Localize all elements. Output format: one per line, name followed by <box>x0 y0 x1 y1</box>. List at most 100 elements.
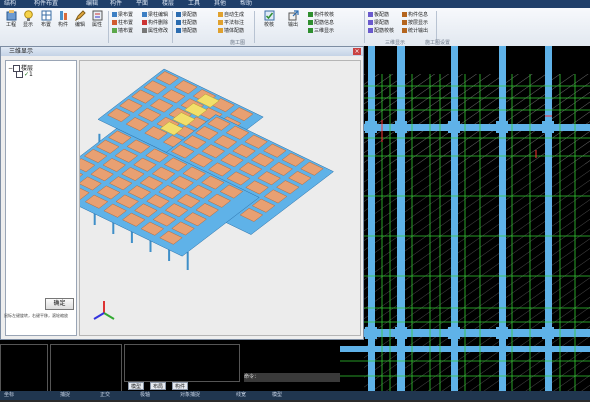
ribbon-item-label: 构件校核 <box>314 12 335 18</box>
ribbon-item-beam-layout[interactable]: 梁布置 <box>112 12 133 19</box>
ribbon-item-beam-rebar-2[interactable]: 梁配筋 <box>368 20 389 27</box>
ribbon-item-label: 三维显示 <box>314 28 335 34</box>
close-icon[interactable]: × <box>353 48 361 55</box>
check-button[interactable]: 校核 <box>258 10 280 36</box>
status-polar[interactable]: 极轴 <box>140 391 150 400</box>
check-icon <box>368 28 373 33</box>
command-line[interactable]: 命令： <box>244 373 340 382</box>
tab-component[interactable]: 构件 <box>172 382 189 390</box>
ribbon-item-wall-body-rebar[interactable]: 墙体配筋 <box>218 28 244 35</box>
properties-icon <box>92 10 103 21</box>
project-icon <box>6 10 17 21</box>
ribbon-item-slab-rebar[interactable]: 板配筋 <box>368 12 389 19</box>
menu-item-structure[interactable]: 结构 <box>4 0 16 8</box>
ribbon-separator <box>254 11 255 43</box>
column-icon <box>112 20 117 25</box>
ok-button[interactable]: 确定 <box>45 298 74 310</box>
preview-panel-middle <box>50 344 122 392</box>
tab-model[interactable]: 模型 <box>128 382 145 390</box>
menu-item-help[interactable]: 帮助 <box>240 0 252 8</box>
ribbon-item-component-info[interactable]: 构件信息 <box>402 12 428 19</box>
project-button[interactable]: 工程 <box>3 10 19 36</box>
export-button[interactable]: 输出 <box>282 10 304 36</box>
status-ortho[interactable]: 正交 <box>100 391 110 400</box>
wall-icon <box>112 28 117 33</box>
ribbon-item-label: 构件删除 <box>148 20 169 26</box>
dialog-title-bar[interactable]: 三维显示 × <box>1 47 363 56</box>
ribbon-separator <box>108 11 109 43</box>
layout-label: 布置 <box>40 22 51 28</box>
properties-label: 属性 <box>91 22 102 28</box>
status-lineweight[interactable]: 线宽 <box>236 391 246 400</box>
ribbon-item-label: 柱配筋 <box>182 20 198 26</box>
menu-item-tools[interactable]: 工具 <box>188 0 200 8</box>
ribbon-item-modify-properties[interactable]: 属性修改 <box>142 28 168 35</box>
ribbon-item-wall-layout[interactable]: 墙布置 <box>112 28 133 35</box>
ribbon-item-label: 墙配筋 <box>182 28 198 34</box>
ribbon-item-label: 墙体配筋 <box>224 28 245 34</box>
ribbon-item-plan-annotation[interactable]: 平法标注 <box>218 20 244 27</box>
ribbon-item-beam-rebar[interactable]: 梁配筋 <box>176 12 197 19</box>
ribbon-item-column-rebar[interactable]: 柱配筋 <box>176 20 197 27</box>
3d-display-dialog: 三维显示 × − 楼层 ✓1 确定 鼠标左键旋转，右键平移，滚轮缩放 <box>0 46 364 340</box>
layout-button[interactable]: 布置 <box>38 10 54 36</box>
layout-icon <box>41 10 52 21</box>
ribbon-item-label: 梁配筋 <box>374 20 390 26</box>
ribbon-group-label: 施工图 <box>230 40 246 46</box>
delete-icon <box>142 20 147 25</box>
ribbon-item-floor-display[interactable]: 按层显示 <box>402 20 428 27</box>
ribbon-item-label: 按层显示 <box>408 20 429 26</box>
ribbon-item-rebar-check[interactable]: 配筋校核 <box>368 28 394 35</box>
ribbon-item-label: 梁柱编辑 <box>148 12 169 18</box>
3d-structure-model <box>80 68 334 320</box>
menu-item-component-layout[interactable]: 构件布置 <box>34 0 58 8</box>
export-icon <box>288 10 299 21</box>
ribbon-item-label: 平法标注 <box>224 20 245 26</box>
ribbon-item-delete-component[interactable]: 构件删除 <box>142 20 168 27</box>
properties-button[interactable]: 属性 <box>89 10 105 36</box>
ribbon-item-label: 自动生成 <box>224 12 245 18</box>
ribbon-item-beam-column-edit[interactable]: 梁柱编辑 <box>142 12 168 19</box>
rebar-icon <box>176 20 181 25</box>
preview-panel-left <box>0 344 48 392</box>
floor-tree: − 楼层 ✓1 <box>5 60 77 336</box>
tree-node-floor-1[interactable]: ✓1 <box>16 71 33 78</box>
display-label: 显示 <box>22 22 33 28</box>
menu-item-other[interactable]: 其他 <box>214 0 226 8</box>
menu-item-edit[interactable]: 编辑 <box>86 0 98 8</box>
tree-child-label: 1 <box>29 71 33 78</box>
ribbon-item-3d-display[interactable]: 三维显示 <box>308 28 334 35</box>
check-icon <box>264 10 275 21</box>
display-button[interactable]: 显示 <box>20 10 36 36</box>
table-icon <box>402 28 407 33</box>
ribbon-item-label: 统计输出 <box>408 28 429 34</box>
ribbon-item-wall-rebar[interactable]: 墙配筋 <box>176 28 197 35</box>
ribbon-item-column-layout[interactable]: 柱布置 <box>112 20 133 27</box>
rebar-icon <box>368 20 373 25</box>
3d-viewport[interactable] <box>79 60 361 336</box>
edit-button[interactable]: 编辑 <box>72 10 88 36</box>
menu-item-floor[interactable]: 楼层 <box>162 0 174 8</box>
edit-icon <box>74 10 86 22</box>
ribbon-item-label: 属性修改 <box>148 28 169 34</box>
menu-bar: 结构 构件布置 编辑 构件 平面 楼层 工具 其他 帮助 <box>0 0 590 8</box>
command-prompt: 命令： <box>244 374 260 380</box>
menu-item-component[interactable]: 构件 <box>110 0 122 8</box>
dialog-note: 鼠标左键旋转，右键平移，滚轮缩放 <box>4 313 68 318</box>
ribbon-item-label: 墙布置 <box>118 28 134 34</box>
ribbon-item-component-check[interactable]: 构件校核 <box>308 12 334 19</box>
ribbon-item-auto-generate[interactable]: 自动生成 <box>218 12 244 19</box>
status-model[interactable]: 模型 <box>272 391 282 400</box>
component-button[interactable]: 构件 <box>55 10 71 36</box>
floor-1-checkbox[interactable] <box>16 71 23 78</box>
annotation-icon <box>218 20 223 25</box>
menu-item-plan[interactable]: 平面 <box>136 0 148 8</box>
status-osnap[interactable]: 对象捕捉 <box>180 391 200 400</box>
ribbon-item-statistics[interactable]: 统计输出 <box>402 28 428 35</box>
tab-layout[interactable]: 布局 <box>150 382 167 390</box>
status-coordinates[interactable]: 坐标 <box>4 391 14 400</box>
status-snap[interactable]: 捕捉 <box>60 391 70 400</box>
check-icon <box>308 12 313 17</box>
ribbon-item-label: 板配筋 <box>374 12 390 18</box>
ribbon-item-rebar-info[interactable]: 配筋信息 <box>308 20 334 27</box>
